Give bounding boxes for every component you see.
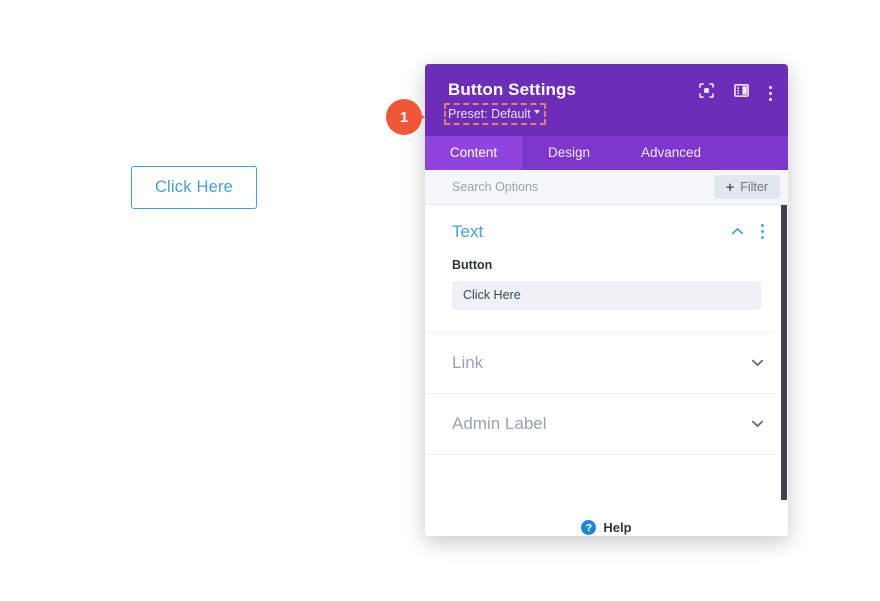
more-options-icon[interactable]	[769, 85, 772, 101]
section-more-options-icon[interactable]	[761, 224, 764, 240]
help-row[interactable]: ? Help	[425, 509, 788, 536]
preset-selector[interactable]: Preset: Default	[444, 102, 546, 125]
modal-tabs: Content Design Advanced	[425, 135, 788, 170]
marker-number: 1	[399, 108, 409, 126]
step-marker-1: 1	[378, 99, 426, 135]
filter-button[interactable]: + Filter	[714, 174, 780, 199]
modal-header: Button Settings Preset: Default	[425, 64, 788, 136]
help-icon: ?	[581, 520, 597, 536]
chevron-up-icon[interactable]	[731, 225, 744, 238]
section-admin-label-title: Admin Label	[452, 413, 547, 433]
panel-scrollbar-track[interactable]	[780, 204, 788, 510]
section-text-fields: Button	[425, 258, 788, 332]
section-admin-label: Admin Label	[425, 394, 788, 455]
section-link-header[interactable]: Link	[425, 333, 788, 393]
tab-design[interactable]: Design	[522, 136, 616, 170]
tab-advanced-label: Advanced	[640, 145, 702, 161]
panel-layout-icon[interactable]	[734, 83, 749, 103]
section-link-title: Link	[452, 352, 484, 372]
section-text-header[interactable]: Text	[425, 205, 788, 258]
tab-advanced[interactable]: Advanced	[616, 136, 726, 170]
help-label: Help	[603, 520, 632, 536]
preset-label: Preset: Default	[448, 106, 531, 121]
tab-content-label: Content	[449, 145, 498, 161]
chevron-down-icon	[533, 110, 540, 115]
chevron-down-icon[interactable]	[751, 356, 764, 369]
search-input[interactable]	[452, 179, 652, 194]
panel-scrollbar-thumb[interactable]	[781, 204, 787, 500]
search-toolbar: + Filter	[425, 169, 788, 205]
button-settings-modal: Button Settings Preset: Default Content …	[425, 64, 788, 536]
plus-icon: +	[726, 178, 735, 195]
section-text-title: Text	[452, 221, 484, 241]
modal-header-icons	[699, 83, 772, 103]
tab-design-label: Design	[547, 145, 591, 161]
marker-bubble: 1	[386, 99, 422, 135]
chevron-down-icon[interactable]	[751, 417, 764, 430]
fullscreen-icon[interactable]	[699, 83, 714, 103]
button-field-label: Button	[452, 257, 493, 272]
section-admin-label-header[interactable]: Admin Label	[425, 394, 788, 454]
canvas-click-here-button[interactable]: Click Here	[131, 166, 257, 209]
section-text-controls	[731, 224, 764, 240]
canvas-button-label: Click Here	[154, 178, 234, 196]
section-text: Text Button	[425, 205, 788, 333]
section-link: Link	[425, 333, 788, 394]
tab-content[interactable]: Content	[425, 135, 522, 170]
button-text-input[interactable]	[452, 280, 761, 310]
modal-body: Text Button Lin	[425, 204, 788, 510]
filter-button-label: Filter	[740, 179, 768, 194]
